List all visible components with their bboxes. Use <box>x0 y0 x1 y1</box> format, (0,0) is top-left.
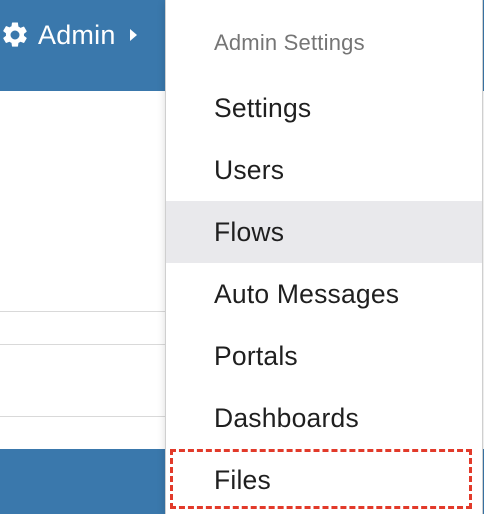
caret-right-icon <box>129 29 137 41</box>
menu-item-label: Files <box>214 464 271 495</box>
admin-dropdown-menu: Admin Settings Settings Users Flows Auto… <box>165 0 483 514</box>
menu-item-label: Settings <box>214 92 312 123</box>
admin-label: Admin <box>38 19 116 50</box>
menu-item-flows[interactable]: Flows <box>166 201 482 263</box>
menu-item-files[interactable]: Files <box>166 449 482 511</box>
menu-item-label: Users <box>214 154 285 185</box>
menu-item-users[interactable]: Users <box>166 139 482 201</box>
menu-item-label: Dashboards <box>214 402 359 433</box>
gear-icon <box>0 20 30 50</box>
menu-item-label: Flows <box>214 216 285 247</box>
admin-menu-toggle[interactable]: Admin <box>0 10 137 60</box>
menu-item-label: Portals <box>214 340 298 371</box>
menu-item-portals[interactable]: Portals <box>166 325 482 387</box>
divider <box>0 416 166 417</box>
menu-item-dashboards[interactable]: Dashboards <box>166 387 482 449</box>
menu-header: Admin Settings <box>214 30 365 55</box>
menu-item-label: Auto Messages <box>214 278 400 309</box>
divider <box>0 344 166 345</box>
divider <box>0 311 166 312</box>
menu-item-auto-messages[interactable]: Auto Messages <box>166 263 482 325</box>
menu-item-settings[interactable]: Settings <box>166 77 482 139</box>
